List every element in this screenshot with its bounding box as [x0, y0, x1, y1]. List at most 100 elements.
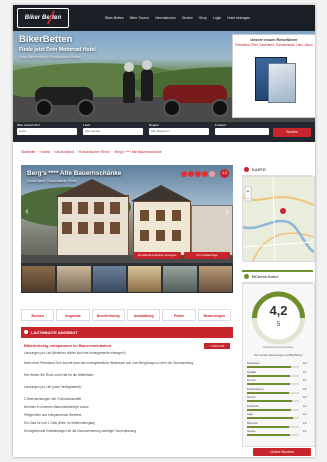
rating-circles — [181, 171, 216, 177]
region-select[interactable]: Alle Regionen — [149, 128, 209, 135]
half-timbered-house — [57, 195, 129, 259]
freetext-input[interactable] — [215, 128, 269, 135]
rating-bar-track — [247, 374, 299, 377]
online-booking-button[interactable]: Online Buchen — [253, 448, 311, 456]
check-icon — [244, 274, 249, 279]
tab-ausstattung[interactable]: Ausstattung — [126, 309, 161, 321]
rating-gauge-box: 4,2 5 Basierend auf 146 Gästen Die meist… — [242, 283, 315, 447]
map-header: KARTE — [242, 165, 313, 176]
rating-bar-value: 4,1 — [303, 430, 307, 433]
rating-bar-label: Preis/Leistung — [247, 387, 264, 391]
rating-badge: 4,2 — [220, 169, 229, 178]
rider-figure — [141, 60, 153, 101]
map-pin-icon — [244, 167, 249, 172]
rating-bar-track — [247, 434, 299, 436]
thumbnail-strip — [21, 265, 233, 293]
nav-item-informationen[interactable]: Informationen — [155, 16, 176, 20]
thumbnail[interactable] — [198, 266, 232, 292]
thumbnail[interactable] — [127, 266, 162, 292]
rating-bar-track — [247, 366, 299, 368]
promo-box-travel-guides[interactable]: Unsere neuen Reiseführer Rheinland, Eife… — [232, 34, 315, 118]
thumbnail[interactable] — [92, 266, 126, 292]
rating-bar-value: 4,0 — [303, 421, 307, 425]
rating-bar-value: 4,1 — [303, 379, 307, 382]
nav-item-login[interactable]: Login — [213, 16, 221, 20]
breadcrumb-item[interactable]: Startseite — [21, 150, 35, 154]
rating-bar-fill — [247, 400, 292, 402]
tab-bewertungen[interactable]: Bewertungen — [197, 309, 231, 321]
rating-bar-label: Motorrad — [247, 421, 258, 425]
offer-line: Leistungen pro Leit (nach Verfügbarkeit)… — [24, 385, 82, 389]
rating-bar-value: 4,3 — [303, 396, 307, 399]
search-field-country: Land Alle Länder — [83, 123, 143, 135]
nav-item-hotel-eintragen[interactable]: Hotel eintragen — [227, 16, 250, 20]
offer-line: Ein Glas für und 1 Glas (Wein im Weltmei… — [24, 421, 95, 425]
breadcrumb-item: Berg's **** Alte Bauernschänke — [114, 150, 162, 154]
rating-bar-fill — [247, 374, 290, 377]
location-map[interactable]: + − — [242, 176, 315, 262]
hotel-tabs: Buchen Angebote Beschreibung Ausstattung… — [21, 309, 233, 321]
nav-item-touren[interactable]: Biker-Touren — [130, 16, 149, 20]
svg-text:−: − — [247, 196, 250, 202]
main-nav: Biker-Betten Biker-Touren Informationen … — [105, 5, 256, 31]
clock-icon — [24, 330, 28, 334]
rating-bar-value: 4,2 — [303, 362, 307, 365]
book-cover-image — [268, 63, 296, 103]
offer-line: Ermöglichende Entwicklungen für die Doku… — [24, 429, 137, 433]
tab-angebote[interactable]: Angebote — [56, 309, 90, 321]
search-field-type: Was suchst Du? Hotel — [17, 123, 77, 135]
tab-buchen[interactable]: Buchen — [21, 309, 55, 321]
type-select[interactable]: Hotel — [17, 128, 77, 135]
thumbnail[interactable] — [163, 266, 197, 292]
country-select[interactable]: Alle Länder — [83, 128, 143, 135]
hero-subtitle: Finde jetzt Dein Motorrad Hotel — [19, 47, 96, 53]
chevron-right-icon[interactable]: › — [223, 205, 231, 219]
rating-bar-label: Qualität — [247, 370, 256, 374]
search-button[interactable]: Suchen — [273, 128, 311, 137]
rating-bar-track — [247, 408, 299, 411]
breadcrumb-item[interactable]: Romantischer Rhein — [79, 150, 110, 154]
contact-info-button[interactable]: Kontaktinformationen anzeigen — [133, 252, 181, 259]
rating-bar-label: Sauberkeit — [247, 362, 260, 365]
hotel-request-button[interactable]: Zur Hotelanfrage — [184, 252, 230, 259]
rating-bar-value: 4,0 — [303, 387, 307, 391]
nav-item-bikerbetten[interactable]: Biker-Betten — [105, 16, 124, 20]
top-navigation-bar: Biker Betten Biker-Betten Biker-Touren I… — [13, 5, 315, 31]
offer-line: Nehmen in unserem Bauernweinberg's Laube — [24, 405, 89, 409]
breadcrumb-item[interactable]: Deutschland — [55, 150, 74, 154]
site-logo[interactable]: Biker Betten — [17, 8, 69, 28]
page: Biker Betten Biker-Betten Biker-Touren I… — [13, 5, 315, 457]
offer-title[interactable]: Bikerbrückig entspannen im Bauernschänke… — [24, 343, 111, 348]
rating-bar-label: Zimmer — [247, 379, 256, 382]
rating-bar-fill — [247, 391, 289, 394]
svg-text:+: + — [247, 189, 250, 195]
rating-bar-track — [247, 417, 299, 419]
offer-line: Nach einer Rheinland-Tour kommt dann die… — [24, 361, 194, 365]
rating-bar-fill — [247, 408, 291, 411]
rating-bar-fill — [247, 383, 290, 385]
offer-section: Bikerbrückig entspannen im Bauernschänke… — [21, 341, 233, 451]
rating-bar-row: Motorrad 4,0 — [247, 421, 310, 428]
chevron-left-icon[interactable]: ‹ — [23, 205, 31, 219]
offer-line: Leistungen pro Leit (Beifahrer dürfen si… — [24, 351, 126, 355]
logo-text: Biker Betten — [24, 15, 62, 21]
rating-bar-value: 4,1 — [303, 370, 307, 374]
hotel-gallery: Berg's **** Alte Bauernschänke Deutschla… — [21, 165, 233, 293]
rating-score-max: 5 — [276, 322, 281, 328]
thumbnail[interactable] — [22, 266, 56, 292]
rating-bar-fill — [247, 434, 290, 436]
search-field-freetext: Freitext — [215, 123, 269, 135]
search-field-region: Region Alle Regionen — [149, 123, 209, 135]
tab-beschreibung[interactable]: Beschreibung — [91, 309, 125, 321]
rating-bar-row: Zimmer 4,1 — [247, 379, 310, 385]
rating-bar-track — [247, 383, 299, 385]
offer-line: 2 Übernachtungen inkl. Frühstücksbuffet — [24, 397, 82, 401]
rating-bar-value: 4,2 — [303, 404, 307, 408]
offer-line: Hier finden Sie Ruhe und Kraft für die W… — [24, 373, 95, 377]
tab-preise[interactable]: Preise — [162, 309, 196, 321]
half-timbered-house — [133, 201, 191, 259]
thumbnail[interactable] — [57, 266, 91, 292]
nav-item-shop[interactable]: Shop — [199, 16, 207, 20]
nav-item-service[interactable]: Service — [182, 16, 193, 20]
breadcrumb-item[interactable]: Hotels — [40, 150, 50, 154]
